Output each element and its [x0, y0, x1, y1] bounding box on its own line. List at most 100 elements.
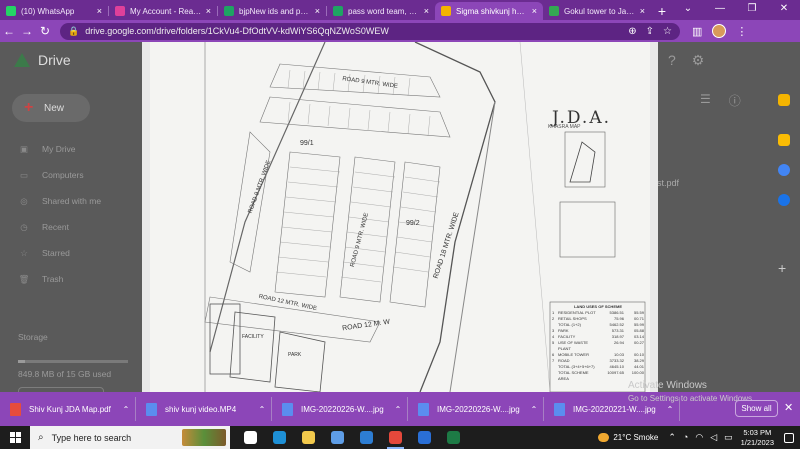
- sidebar-item[interactable]: ◷ Recent: [18, 214, 101, 240]
- sidebar-item[interactable]: 🗑 Trash: [18, 266, 101, 292]
- sidebar-item[interactable]: ▣ My Drive: [18, 136, 101, 162]
- tab-close-icon[interactable]: ×: [640, 6, 645, 16]
- drive-app-name: Drive: [38, 52, 71, 68]
- sidebar-item[interactable]: ◎ Shared with me: [18, 188, 101, 214]
- tasks-icon[interactable]: [778, 164, 790, 176]
- tab-close-icon[interactable]: ×: [97, 6, 102, 16]
- new-button[interactable]: + New: [12, 94, 90, 122]
- volume-icon[interactable]: ◁: [710, 432, 717, 443]
- khasra-map-label: KHASRA MAP: [548, 124, 581, 130]
- sidebar-item-label: Computers: [42, 170, 84, 180]
- clock[interactable]: 5:03 PM 1/21/2023: [741, 428, 774, 448]
- chevron-up-icon[interactable]: ⌃: [389, 405, 407, 414]
- bookmark-star-icon[interactable]: ☆: [663, 26, 672, 37]
- browser-tab[interactable]: (10) WhatsApp ×: [0, 2, 108, 20]
- drive-view-icons: ☰ ⓘ: [700, 92, 741, 109]
- settings-icon[interactable]: ⚙: [692, 52, 705, 69]
- download-file-name: IMG-20220226-W....jpg: [301, 404, 384, 414]
- restore-icon[interactable]: ❐: [736, 0, 768, 20]
- mail-icon[interactable]: [352, 426, 381, 449]
- chevron-up-icon[interactable]: ⌃: [253, 405, 271, 414]
- recent-icon: ◷: [20, 221, 28, 232]
- drive-logo[interactable]: Drive: [14, 52, 71, 68]
- tab-close-icon[interactable]: ×: [315, 6, 320, 16]
- tab-title: Sigma shivkunj hathoj: [456, 6, 528, 16]
- file-icon: [418, 402, 429, 416]
- photos-icon[interactable]: [410, 426, 439, 449]
- profile-avatar[interactable]: [712, 24, 727, 38]
- tab-favicon-icon: [333, 6, 343, 16]
- start-button[interactable]: [0, 426, 30, 449]
- tab-title: bjpNew ids and passw: [239, 6, 311, 16]
- download-item[interactable]: shiv kunj video.MP4 ⌃: [136, 392, 271, 426]
- chevron-up-icon[interactable]: ⌃: [661, 405, 679, 414]
- tab-close-icon[interactable]: ×: [532, 6, 537, 16]
- chevron-up-icon[interactable]: ⌃: [525, 405, 543, 414]
- weather-widget[interactable]: 21°C Smoke: [598, 433, 658, 442]
- edge-icon[interactable]: [265, 426, 294, 449]
- download-item[interactable]: IMG-20220226-W....jpg ⌃: [272, 392, 407, 426]
- clock-time: 5:03 PM: [743, 427, 772, 437]
- sidebar-item-label: Recent: [42, 222, 69, 232]
- chevron-up-icon[interactable]: ⌃: [117, 405, 135, 414]
- land-use-name: TOTAL SCHEME AREA: [558, 370, 589, 381]
- wifi-icon[interactable]: ◠: [695, 432, 703, 443]
- drive-header-icons: ? ⚙: [668, 52, 704, 69]
- back-icon[interactable]: ←: [0, 24, 18, 38]
- contacts-icon[interactable]: [778, 194, 790, 206]
- reload-icon[interactable]: ↻: [36, 24, 54, 38]
- tab-close-icon[interactable]: ×: [424, 6, 429, 16]
- download-item[interactable]: IMG-20220226-W....jpg ⌃: [408, 392, 543, 426]
- tab-favicon-icon: [441, 6, 451, 16]
- side-panel-icon[interactable]: ▥: [692, 25, 702, 38]
- address-bar[interactable]: 🔒 drive.google.com/drive/folders/1CkVu4-…: [60, 22, 680, 40]
- help-icon[interactable]: ?: [668, 52, 676, 69]
- lock-icon[interactable]: 🔒: [68, 26, 79, 37]
- minimize-icon[interactable]: —: [704, 0, 736, 20]
- share-icon[interactable]: ⇪: [646, 26, 654, 37]
- close-shelf-icon[interactable]: ✕: [784, 401, 793, 414]
- sidebar-item-label: Starred: [42, 248, 70, 258]
- new-button-label: New: [44, 102, 65, 114]
- browser-tab[interactable]: Gokul tower to Jaipur ×: [543, 2, 651, 20]
- network-icon[interactable]: ◔: [683, 432, 688, 443]
- browser-toolbar: ← → ↻ 🔒 drive.google.com/drive/folders/1…: [0, 20, 800, 42]
- battery-icon[interactable]: ▭: [724, 432, 733, 443]
- land-use-rows: 1 RESIDENTIAL PLOT 5386.51 55.59 2 RETAIL SHO…: [552, 310, 644, 382]
- calendar-icon[interactable]: [778, 94, 790, 106]
- show-all-button[interactable]: Show all: [735, 400, 778, 417]
- browser-tab[interactable]: pass word team, kalw ×: [327, 2, 435, 20]
- sidebar-item[interactable]: ▭ Computers: [18, 162, 101, 188]
- task-view-icon[interactable]: [236, 426, 265, 449]
- drive-sidebar: ▣ My Drive ▭ Computers ◎ Shared with me ◷ Recen…: [18, 136, 101, 292]
- keep-icon[interactable]: [778, 134, 790, 146]
- people-icon[interactable]: ⌃: [668, 432, 676, 443]
- browser-tab[interactable]: Sigma shivkunj hathoj ×: [435, 2, 543, 20]
- storage-bar: [18, 360, 128, 363]
- add-addon-icon[interactable]: +: [778, 260, 792, 276]
- info-icon[interactable]: ⓘ: [729, 92, 741, 109]
- file-icon: [282, 402, 293, 416]
- jda-map-document[interactable]: ROAD 9 MTR. WIDE ROAD 9 MTR. WIDE ROAD 9…: [150, 42, 650, 392]
- browser-tab[interactable]: bjpNew ids and passw ×: [218, 2, 326, 20]
- browser-menu-icon[interactable]: ⋮: [736, 25, 747, 38]
- sidebar-item[interactable]: ☆ Starred: [18, 240, 101, 266]
- forward-icon[interactable]: →: [18, 24, 36, 38]
- drive-logo-icon: [14, 53, 30, 67]
- tab-close-icon[interactable]: ×: [206, 6, 211, 16]
- file-icon: [554, 402, 565, 416]
- zoom-icon[interactable]: ⊕: [628, 26, 636, 37]
- list-view-icon[interactable]: ☰: [700, 92, 711, 109]
- search-highlight-image: [182, 429, 226, 446]
- notification-icon[interactable]: [784, 432, 794, 443]
- close-window-icon[interactable]: ✕: [768, 0, 800, 20]
- file-explorer-icon[interactable]: [294, 426, 323, 449]
- chrome-icon[interactable]: [381, 426, 410, 449]
- store-icon[interactable]: [323, 426, 352, 449]
- tab-search-icon[interactable]: ⌄: [672, 0, 704, 20]
- browser-tab[interactable]: My Account - Realesta ×: [109, 2, 217, 20]
- excel-icon[interactable]: [439, 426, 468, 449]
- new-tab-button[interactable]: +: [651, 2, 673, 20]
- download-item[interactable]: Shiv Kunj JDA Map.pdf ⌃: [0, 392, 135, 426]
- taskbar-search[interactable]: ⌕ Type here to search: [30, 426, 230, 449]
